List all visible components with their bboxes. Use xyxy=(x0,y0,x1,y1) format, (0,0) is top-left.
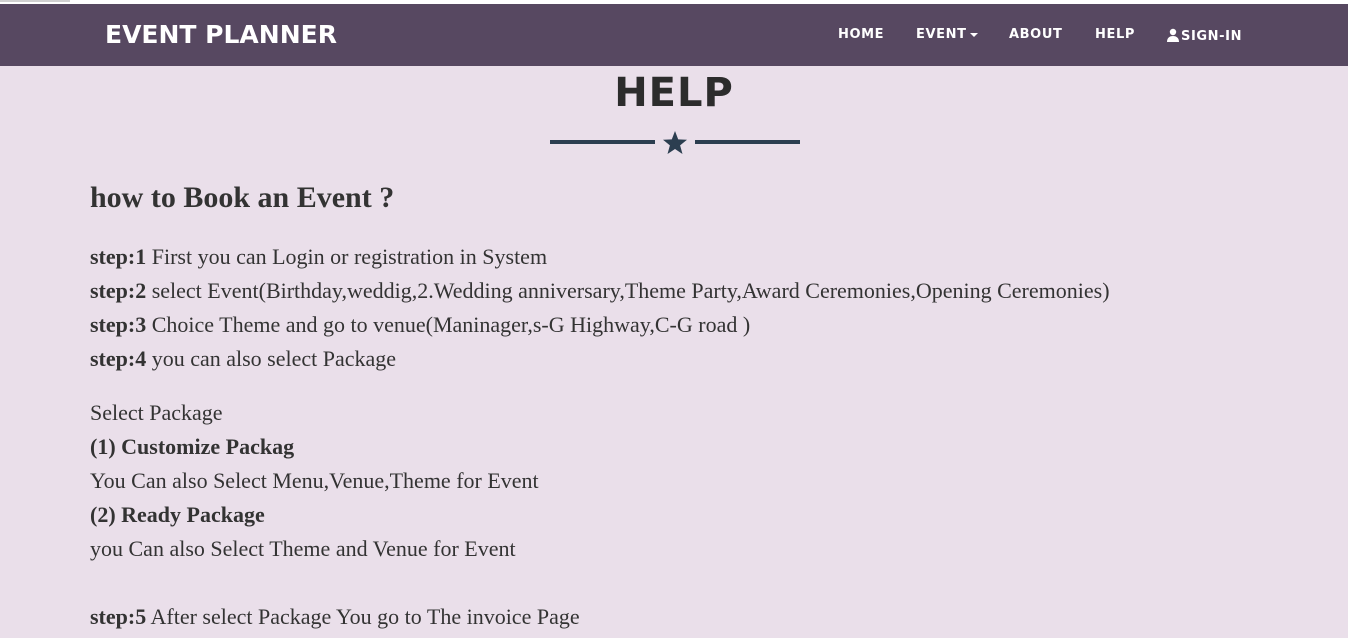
nav-event-dropdown[interactable]: EVENT xyxy=(916,28,978,42)
step-label: step:1 xyxy=(90,244,147,269)
page-title: HELP xyxy=(614,70,734,116)
step-label: step:3 xyxy=(90,312,147,337)
divider-line-left xyxy=(550,140,655,144)
ready-package-title-text: (2) Ready Package xyxy=(90,502,265,527)
section-heading: how to Book an Event ? xyxy=(90,181,395,214)
window-top-marker xyxy=(0,0,70,2)
nav-home-link[interactable]: HOME xyxy=(838,28,884,42)
step-item: step:2 select Event(Birthday,weddig,2.We… xyxy=(90,274,1290,308)
nav-signin-label: SIGN-IN xyxy=(1181,29,1243,44)
caret-down-icon xyxy=(969,32,978,37)
step-text: Choice Theme and go to venue(Maninager,s… xyxy=(146,312,751,337)
nav-event-label: EVENT xyxy=(916,27,967,42)
user-icon xyxy=(1167,28,1179,42)
ready-package-title: (2) Ready Package xyxy=(90,498,1290,532)
nav-signin-link[interactable]: SIGN-IN xyxy=(1166,28,1242,44)
step-text: select Event(Birthday,weddig,2.Wedding a… xyxy=(146,278,1110,303)
step-label: step:5 xyxy=(90,604,147,629)
nav-help-link[interactable]: HELP xyxy=(1095,28,1135,42)
star-icon xyxy=(663,131,687,154)
step-item: step:3 Choice Theme and go to venue(Mani… xyxy=(90,308,1290,342)
brand-logo-link[interactable]: EVENT PLANNER xyxy=(105,20,337,50)
divider-line-right xyxy=(695,140,800,144)
step-item: step:1 First you can Login or registrati… xyxy=(90,240,1290,274)
customize-package-title: (1) Customize Packag xyxy=(90,430,1290,464)
step-text: you can also select Package xyxy=(146,346,397,371)
nav-about-link[interactable]: ABOUT xyxy=(1009,28,1062,42)
customize-package-text: You Can also Select Menu,Venue,Theme for… xyxy=(90,468,539,493)
step-text: After select Package You go to The invoi… xyxy=(146,604,580,629)
package-intro: Select Package xyxy=(90,400,223,425)
step-label: step:2 xyxy=(90,278,147,303)
customize-package-title-text: (1) Customize Packag xyxy=(90,434,295,459)
step-item: step:5 After select Package You go to Th… xyxy=(90,600,1290,634)
steps-list: step:1 First you can Login or registrati… xyxy=(90,240,1290,376)
title-divider xyxy=(550,128,800,158)
step-text: First you can Login or registration in S… xyxy=(146,244,548,269)
package-section: Select Package (1) Customize Packag You … xyxy=(90,396,1290,634)
step-item: step:4 you can also select Package xyxy=(90,342,1290,376)
step-label: step:4 xyxy=(90,346,147,371)
navbar: EVENT PLANNER HOME EVENT ABOUT HELP SIGN… xyxy=(0,4,1348,66)
ready-package-text: you Can also Select Theme and Venue for … xyxy=(90,536,516,561)
help-content: how to Book an Event ? step:1 First you … xyxy=(90,176,1290,634)
